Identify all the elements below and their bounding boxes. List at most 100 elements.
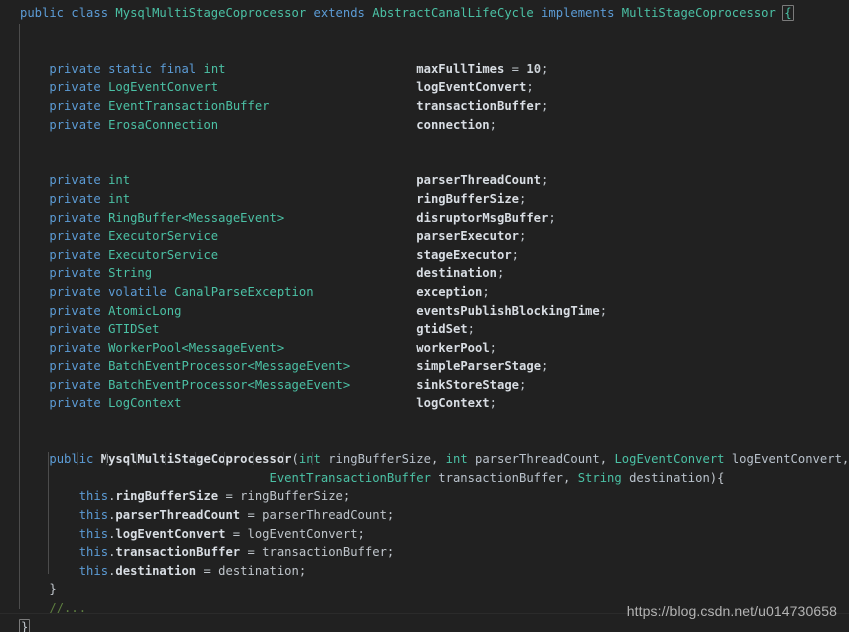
keyword: private xyxy=(49,210,101,225)
whitespace-guide-mark xyxy=(282,452,284,465)
field-name: stageExecutor xyxy=(416,247,512,262)
keyword: private xyxy=(49,61,101,76)
keyword: private xyxy=(49,396,101,411)
keyword: private xyxy=(49,377,101,392)
type-name: int xyxy=(108,173,131,188)
type-name: WorkerPool xyxy=(108,340,182,355)
type-name: BatchEventProcessor xyxy=(108,377,248,392)
keyword: private xyxy=(49,191,101,206)
field-declaration: private BatchEventProcessor<MessageEvent… xyxy=(49,359,549,374)
keyword: private xyxy=(49,173,101,188)
assigned-field: destination xyxy=(115,563,197,578)
param-name: transactionBuffer xyxy=(438,470,564,485)
keyword: private xyxy=(49,98,101,113)
assignment-statement: this.parserThreadCount = parserThreadCou… xyxy=(78,508,395,523)
field-declaration: private ErosaConnection connection; xyxy=(49,117,497,132)
type-name: ErosaConnection xyxy=(108,117,219,132)
source-code[interactable]: public class MysqlMultiStageCoprocessor … xyxy=(0,0,849,632)
constructor-signature-line-2: EventTransactionBuffer transactionBuffer… xyxy=(269,470,725,485)
type-name: LogEventConvert xyxy=(614,452,725,467)
field-declaration: private EventTransactionBuffer transacti… xyxy=(49,98,549,113)
whitespace-guide-mark xyxy=(224,452,225,465)
type-name: AtomicLong xyxy=(108,303,182,318)
param-name: logEventConvert xyxy=(731,452,842,467)
field-name: destination xyxy=(416,266,497,281)
keyword: private xyxy=(49,266,101,281)
keyword: private xyxy=(49,284,101,299)
field-name: simpleParserStage xyxy=(416,359,542,374)
field-name: disruptorMsgBuffer xyxy=(416,210,549,225)
watermark-url: https://blog.csdn.net/u014730658 xyxy=(626,603,837,619)
field-declaration: private WorkerPool<MessageEvent> workerP… xyxy=(49,340,497,355)
field-declaration: private int parserThreadCount; xyxy=(49,173,549,188)
whitespace-guide-mark xyxy=(106,452,108,465)
constructor-signature-line-1: public MysqlMultiStageCoprocessor(int ri… xyxy=(49,452,849,467)
assigned-value: destination xyxy=(218,563,299,578)
type-name: GTIDSet xyxy=(108,322,160,337)
param-name: parserThreadCount xyxy=(475,452,600,467)
field-declaration: private ExecutorService parserExecutor; xyxy=(49,229,527,244)
assignment-statement: this.ringBufferSize = ringBufferSize; xyxy=(78,489,351,504)
field-declaration: private GTIDSet gtidSet; xyxy=(49,322,475,337)
field-name: logEventConvert xyxy=(416,80,527,95)
type-name: BatchEventProcessor xyxy=(108,359,248,374)
field-name: transactionBuffer xyxy=(416,98,542,113)
code-editor-view[interactable]: public class MysqlMultiStageCoprocessor … xyxy=(0,0,849,632)
class-close-brace: } xyxy=(0,618,849,632)
assignment-statement: this.transactionBuffer = transactionBuff… xyxy=(78,545,395,560)
field-declaration: private static final int maxFullTimes = … xyxy=(49,61,549,76)
assigned-field: ringBufferSize xyxy=(115,489,219,504)
constructor-name: MysqlMultiStageCoprocessor xyxy=(100,452,292,467)
type-name: int xyxy=(445,452,468,467)
type-name: int xyxy=(108,191,131,206)
field-declaration: private String destination; xyxy=(49,266,505,281)
keyword: private xyxy=(49,247,101,262)
assignment-statement: this.logEventConvert = logEventConvert; xyxy=(78,526,365,541)
field-name: parserExecutor xyxy=(416,229,519,244)
type-name: LogEventConvert xyxy=(108,80,219,95)
field-name: ringBufferSize xyxy=(416,191,519,206)
whitespace-guide-mark xyxy=(312,452,314,465)
matching-brace-close: } xyxy=(19,618,31,632)
field-name: maxFullTimes xyxy=(416,61,505,76)
field-declaration: private int ringBufferSize; xyxy=(49,191,527,206)
param-name: destination xyxy=(629,470,710,485)
keyword: volatile xyxy=(108,284,167,299)
type-name: RingBuffer xyxy=(108,210,182,225)
assigned-value: ringBufferSize xyxy=(240,489,343,504)
field-name: parserThreadCount xyxy=(416,173,542,188)
keyword: static xyxy=(108,61,153,76)
keyword: private xyxy=(49,117,101,132)
field-name: connection xyxy=(416,117,490,132)
field-declaration: private LogEventConvert logEventConvert; xyxy=(49,80,534,95)
type-name: String xyxy=(108,266,153,281)
whitespace-guide-mark xyxy=(77,452,78,465)
whitespace-guide-mark xyxy=(253,452,255,465)
field-name: logContext xyxy=(416,396,490,411)
type-name: ExecutorService xyxy=(108,247,219,262)
keyword: private xyxy=(49,303,101,318)
assigned-value: logEventConvert xyxy=(247,526,358,541)
keyword: private xyxy=(49,340,101,355)
type-name: CanalParseException xyxy=(174,284,314,299)
field-declaration: private AtomicLong eventsPublishBlocking… xyxy=(49,303,608,318)
field-name: workerPool xyxy=(416,340,490,355)
whitespace-guide-mark xyxy=(165,452,167,465)
class-declaration-line: public class MysqlMultiStageCoprocessor … xyxy=(20,5,794,21)
type-name: int xyxy=(203,61,226,76)
field-declaration: private ExecutorService stageExecutor; xyxy=(49,247,519,262)
whitespace-guide-mark xyxy=(135,452,137,465)
type-name: int xyxy=(298,452,321,467)
field-declaration: private LogContext logContext; xyxy=(49,396,497,411)
assigned-field: transactionBuffer xyxy=(115,545,241,560)
assigned-field: parserThreadCount xyxy=(115,508,241,523)
keyword: private xyxy=(49,229,101,244)
field-name: exception xyxy=(416,284,483,299)
keyword: final xyxy=(159,61,197,76)
param-name: ringBufferSize xyxy=(328,452,431,467)
keyword: private xyxy=(49,359,101,374)
type-name: ExecutorService xyxy=(108,229,219,244)
